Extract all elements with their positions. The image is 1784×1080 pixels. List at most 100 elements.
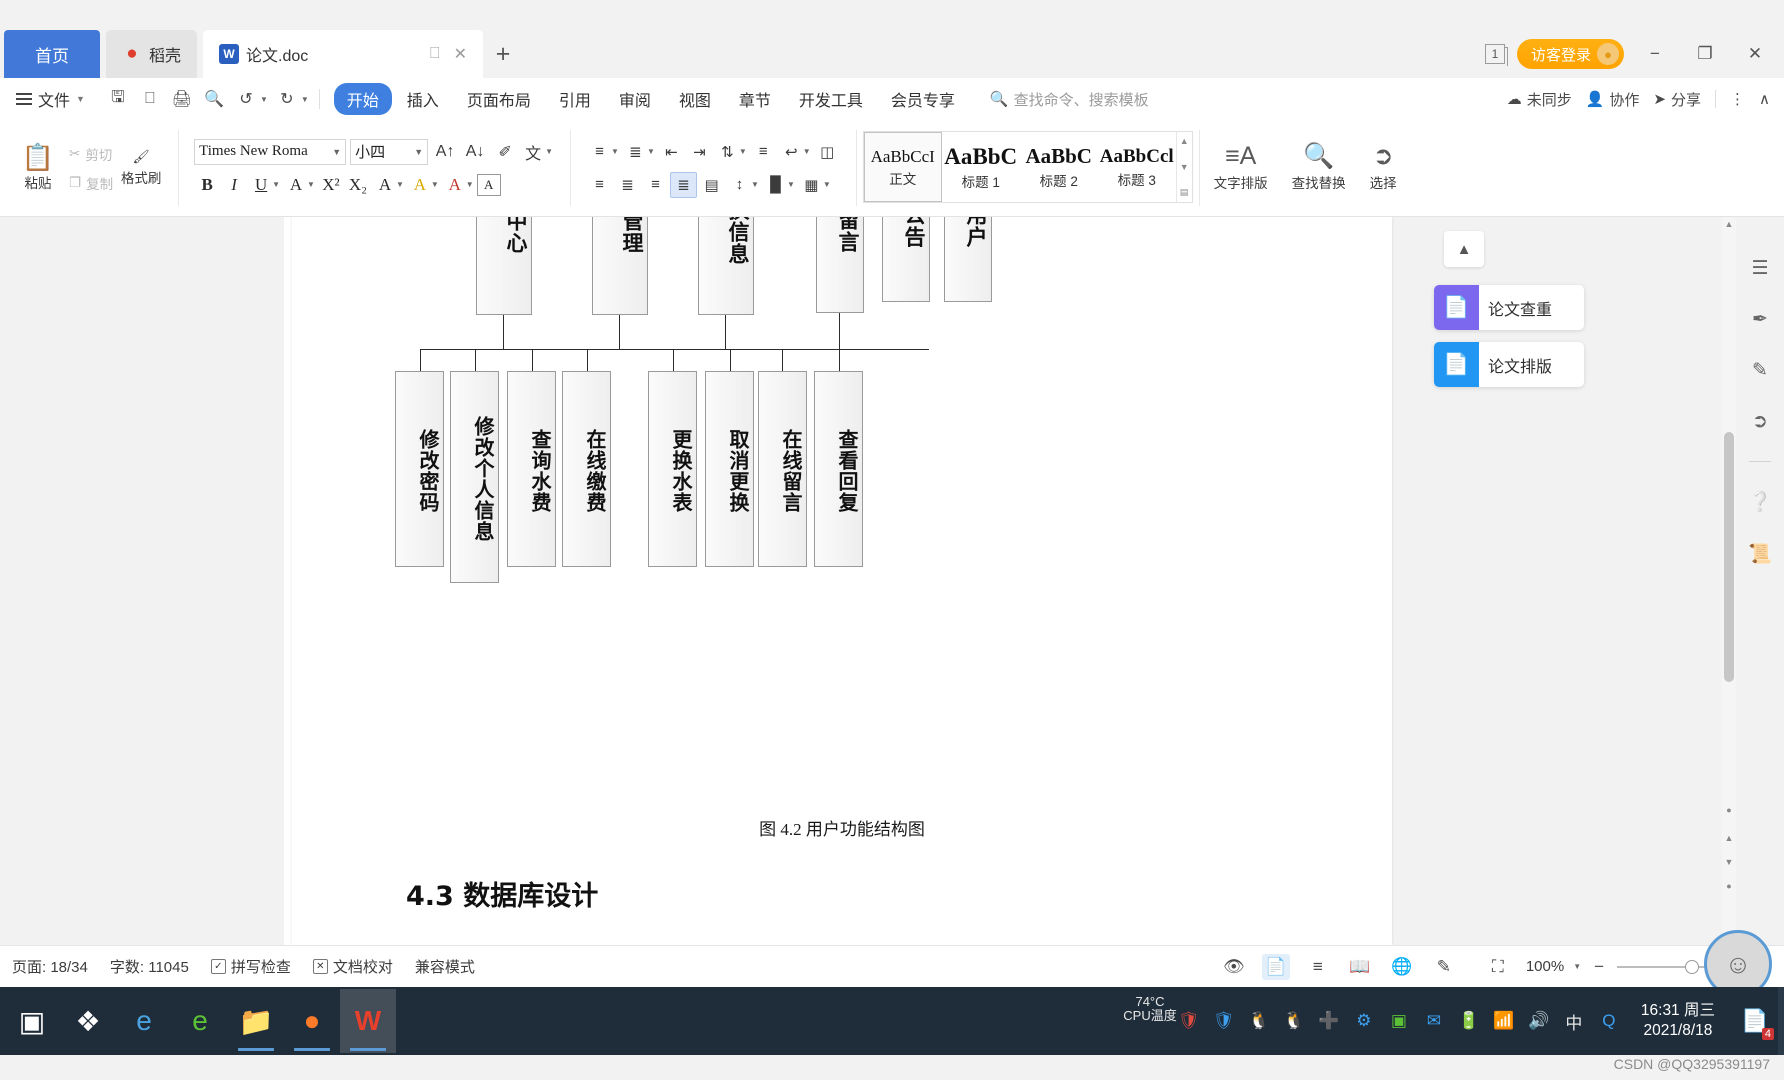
ribbon-tab-devtools[interactable]: 开发工具	[786, 83, 876, 115]
ribbon-tab-start[interactable]: 开始	[333, 83, 392, 115]
style-item-heading2[interactable]: AaBbC 标题 2	[1020, 132, 1098, 202]
chevron-down-icon[interactable]: ▼	[751, 180, 759, 189]
format-painter-button[interactable]: 🖌 格式刷	[113, 149, 169, 187]
volume-icon[interactable]: 🔊	[1526, 1008, 1552, 1034]
plus-green-icon[interactable]: ➕	[1316, 1008, 1342, 1034]
scrollbar-thumb[interactable]	[1724, 432, 1734, 682]
tab-pin-icon[interactable]: ⎕	[430, 45, 440, 63]
word-count-indicator[interactable]: 字数: 11045	[110, 956, 189, 977]
paper-check-card[interactable]: 📄 论文查重	[1434, 285, 1584, 330]
app-fan-icon[interactable]: ❖	[60, 989, 116, 1053]
tab-docer[interactable]: ● 稻壳	[106, 30, 198, 78]
subscript-button[interactable]: X₂	[345, 172, 371, 198]
wps-writer-taskbar-icon[interactable]: W	[340, 989, 396, 1053]
scroll-prev-page-icon[interactable]: ▲	[1722, 833, 1736, 849]
web-view-icon[interactable]: 🌐	[1388, 954, 1416, 980]
shield-blue-icon[interactable]: 🛡	[1211, 1008, 1237, 1034]
scroll-up-icon[interactable]: ▲	[1180, 136, 1189, 146]
chevron-down-icon[interactable]: ▼	[739, 147, 747, 156]
collapse-rail-icon[interactable]: ☰	[1751, 257, 1768, 280]
chevron-down-icon[interactable]: ▼	[545, 147, 553, 156]
chevron-down-icon[interactable]: ▼	[1573, 962, 1581, 971]
more-options-icon[interactable]: ⋮	[1730, 90, 1745, 108]
file-menu-button[interactable]: 文件 ▼	[8, 87, 93, 111]
green-app-icon[interactable]: ▣	[1386, 1008, 1412, 1034]
feather-icon[interactable]: ✒	[1752, 308, 1768, 331]
outline-view-icon[interactable]: ≡	[1304, 954, 1332, 980]
text-layout-button[interactable]: ≡A 文字排版	[1202, 120, 1280, 216]
maximize-button[interactable]: ❐	[1686, 32, 1724, 76]
sort-icon[interactable]: ⇅	[714, 139, 741, 165]
app-orange-icon[interactable]: ●	[284, 989, 340, 1053]
chevron-down-icon[interactable]: ▼	[272, 180, 280, 189]
zoom-out-button[interactable]: −	[1590, 957, 1608, 977]
proofread-button[interactable]: ✕ 文档校对	[312, 956, 393, 977]
fit-page-icon[interactable]: ⛶	[1484, 954, 1512, 980]
windows-start-icon[interactable]: ▣	[4, 989, 60, 1053]
pinyin-guide-button[interactable]: 文	[522, 139, 544, 165]
borders-icon[interactable]: ▦	[798, 172, 825, 198]
clear-format-button[interactable]: ✐	[492, 139, 518, 165]
scroll-target-icon[interactable]: ●	[1722, 881, 1736, 897]
chevron-down-icon[interactable]: ▼	[787, 180, 795, 189]
share-button[interactable]: ➤ 分享	[1653, 89, 1701, 110]
shrink-font-button[interactable]: A↓	[462, 139, 488, 165]
browser-green-icon[interactable]: e	[172, 989, 228, 1053]
align-right-icon[interactable]: ≡	[642, 172, 669, 198]
collapse-ribbon-icon[interactable]: ∧	[1759, 90, 1776, 108]
wifi-icon[interactable]: 📶	[1491, 1008, 1517, 1034]
redo-icon[interactable]: ↻	[272, 84, 302, 114]
command-search[interactable]: 🔍 查找命令、搜索模板	[990, 89, 1149, 110]
style-item-heading3[interactable]: AaBbCcl 标题 3	[1098, 132, 1176, 202]
style-item-heading1[interactable]: AaBbC 标题 1	[942, 132, 1020, 202]
page-view-icon[interactable]: 📄	[1261, 953, 1290, 980]
multilevel-list-icon[interactable]: ≡	[750, 139, 777, 165]
underline-button[interactable]: U	[248, 172, 274, 198]
ribbon-tab-section[interactable]: 章节	[726, 83, 784, 115]
document-page[interactable]: 中心 管理 换信息 留言 公告 用户 修改密码 修改个人信息 查询水费 在线缴费…	[292, 217, 1392, 945]
chevron-down-icon[interactable]: ▼	[647, 147, 655, 156]
page-indicator[interactable]: 页面: 18/34	[12, 956, 88, 977]
undo-dropdown-icon[interactable]: ▼	[260, 95, 268, 104]
highlight-button[interactable]: A	[407, 172, 433, 198]
vertical-scrollbar[interactable]: ▲ ● ▲ ▼ ●	[1722, 217, 1736, 945]
scroll-next-page-icon[interactable]: ▼	[1722, 857, 1736, 873]
show-desktop-button[interactable]	[1778, 987, 1784, 1055]
ruler-icon[interactable]: ◫	[814, 139, 841, 165]
bluetooth-icon[interactable]: ✉	[1421, 1008, 1447, 1034]
login-button[interactable]: 访客登录 ●	[1516, 39, 1624, 69]
undo-icon[interactable]: ↺	[231, 84, 261, 114]
char-shading-button[interactable]: A	[372, 172, 398, 198]
sync-status-button[interactable]: ☁ 未同步	[1507, 89, 1572, 110]
grow-font-button[interactable]: A↑	[432, 139, 458, 165]
increase-indent-icon[interactable]: ⇥	[686, 139, 713, 165]
line-spacing-icon[interactable]: ↕	[726, 172, 753, 198]
close-button[interactable]: ✕	[1736, 32, 1774, 76]
ime-icon[interactable]: 中	[1561, 1008, 1587, 1034]
find-replace-button[interactable]: 🔍 查找替换	[1280, 120, 1358, 216]
scroll-up-icon[interactable]: ▲	[1722, 219, 1736, 235]
blue-app-icon[interactable]: ⚙	[1351, 1008, 1377, 1034]
italic-button[interactable]: I	[221, 172, 247, 198]
ribbon-tab-review[interactable]: 审阅	[606, 83, 664, 115]
font-color-button[interactable]: A	[442, 172, 468, 198]
strikethrough-button[interactable]: A	[283, 172, 309, 198]
ribbon-tab-pagelayout[interactable]: 页面布局	[454, 83, 544, 115]
font-size-input[interactable]: 小四 ▼	[350, 138, 429, 165]
ribbon-tab-view[interactable]: 视图	[666, 83, 724, 115]
cursor-icon[interactable]: ➲	[1752, 410, 1768, 433]
scroll-down-icon[interactable]: ▼	[1180, 162, 1189, 172]
print-preview-icon[interactable]: ⎕	[135, 84, 165, 114]
bold-button[interactable]: B	[194, 172, 220, 198]
spellcheck-button[interactable]: ✓ 拼写检查	[210, 956, 291, 977]
pen-icon[interactable]: ✎	[1752, 359, 1768, 382]
eject-icon[interactable]: ▲	[1444, 231, 1484, 267]
chevron-down-icon[interactable]: ▼	[803, 147, 811, 156]
decrease-indent-icon[interactable]: ⇤	[658, 139, 685, 165]
save-icon[interactable]: 🖫	[103, 84, 133, 114]
help-icon[interactable]: ❔	[1748, 490, 1772, 514]
chevron-down-icon[interactable]: ▼	[396, 180, 404, 189]
ribbon-tab-references[interactable]: 引用	[546, 83, 604, 115]
zoom-slider-knob[interactable]	[1685, 959, 1700, 974]
print-icon[interactable]: 🖨	[167, 84, 197, 114]
